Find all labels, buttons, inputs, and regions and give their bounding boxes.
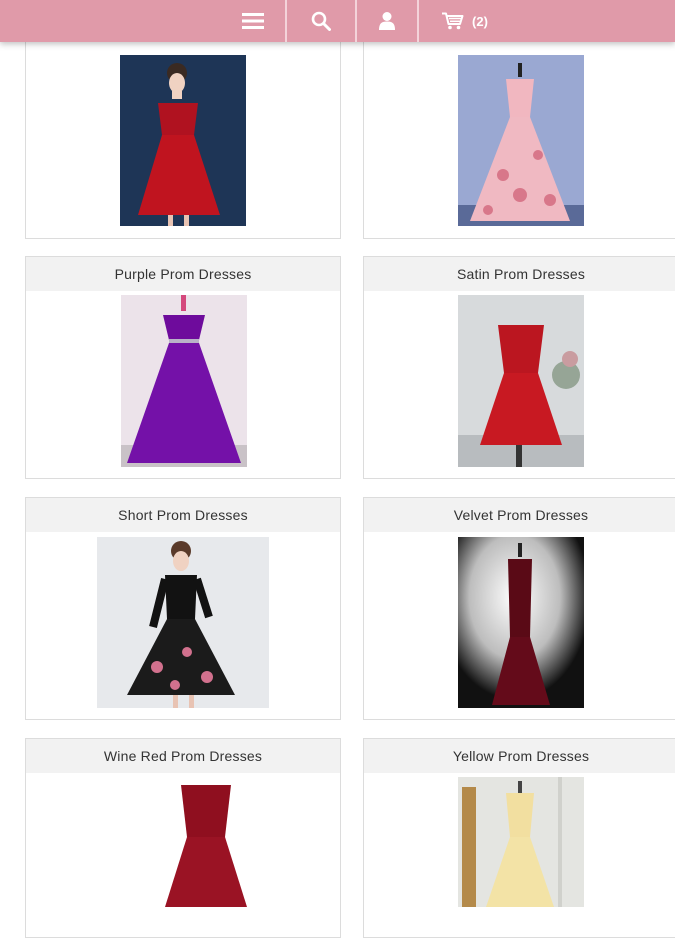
product-card[interactable]: Velvet Prom Dresses [363,497,675,720]
cart-count: (2) [472,13,488,29]
product-card[interactable]: Purple Prom Dresses [25,256,341,479]
cart-button[interactable]: (2) [425,0,505,42]
product-image-red-satin-dress[interactable] [458,295,584,467]
account-button[interactable] [357,0,417,42]
product-title[interactable]: Satin Prom Dresses [364,257,675,291]
product-image-wine-red-dress[interactable] [143,777,269,907]
product-title[interactable]: Purple Prom Dresses [26,257,340,291]
product-card[interactable]: Wine Red Prom Dresses [25,738,341,938]
search-button[interactable] [287,0,355,42]
product-card[interactable]: Short Prom Dresses [25,497,341,720]
menu-button[interactable] [222,0,284,42]
product-image-yellow-gown[interactable] [458,777,584,907]
nav-divider [417,0,419,42]
product-image-pink-floral-gown[interactable] [458,55,584,226]
product-title[interactable]: Velvet Prom Dresses [364,498,675,532]
product-image-black-pink-lace-dress[interactable] [97,537,269,708]
product-card[interactable] [363,20,675,239]
product-title[interactable]: Short Prom Dresses [26,498,340,532]
user-icon [379,12,395,30]
product-card[interactable] [25,20,341,239]
product-title[interactable]: Wine Red Prom Dresses [26,739,340,773]
shopping-cart-icon [442,12,464,30]
product-image-red-short-dress[interactable] [120,55,246,226]
top-nav-bar: (2) [0,0,675,42]
product-image-burgundy-velvet-gown[interactable] [458,537,584,708]
hamburger-menu-icon [242,13,264,29]
product-card[interactable]: Satin Prom Dresses [363,256,675,479]
product-card[interactable]: Yellow Prom Dresses [363,738,675,938]
search-icon [311,11,331,31]
product-image-purple-gown[interactable] [121,295,247,467]
product-title[interactable]: Yellow Prom Dresses [364,739,675,773]
